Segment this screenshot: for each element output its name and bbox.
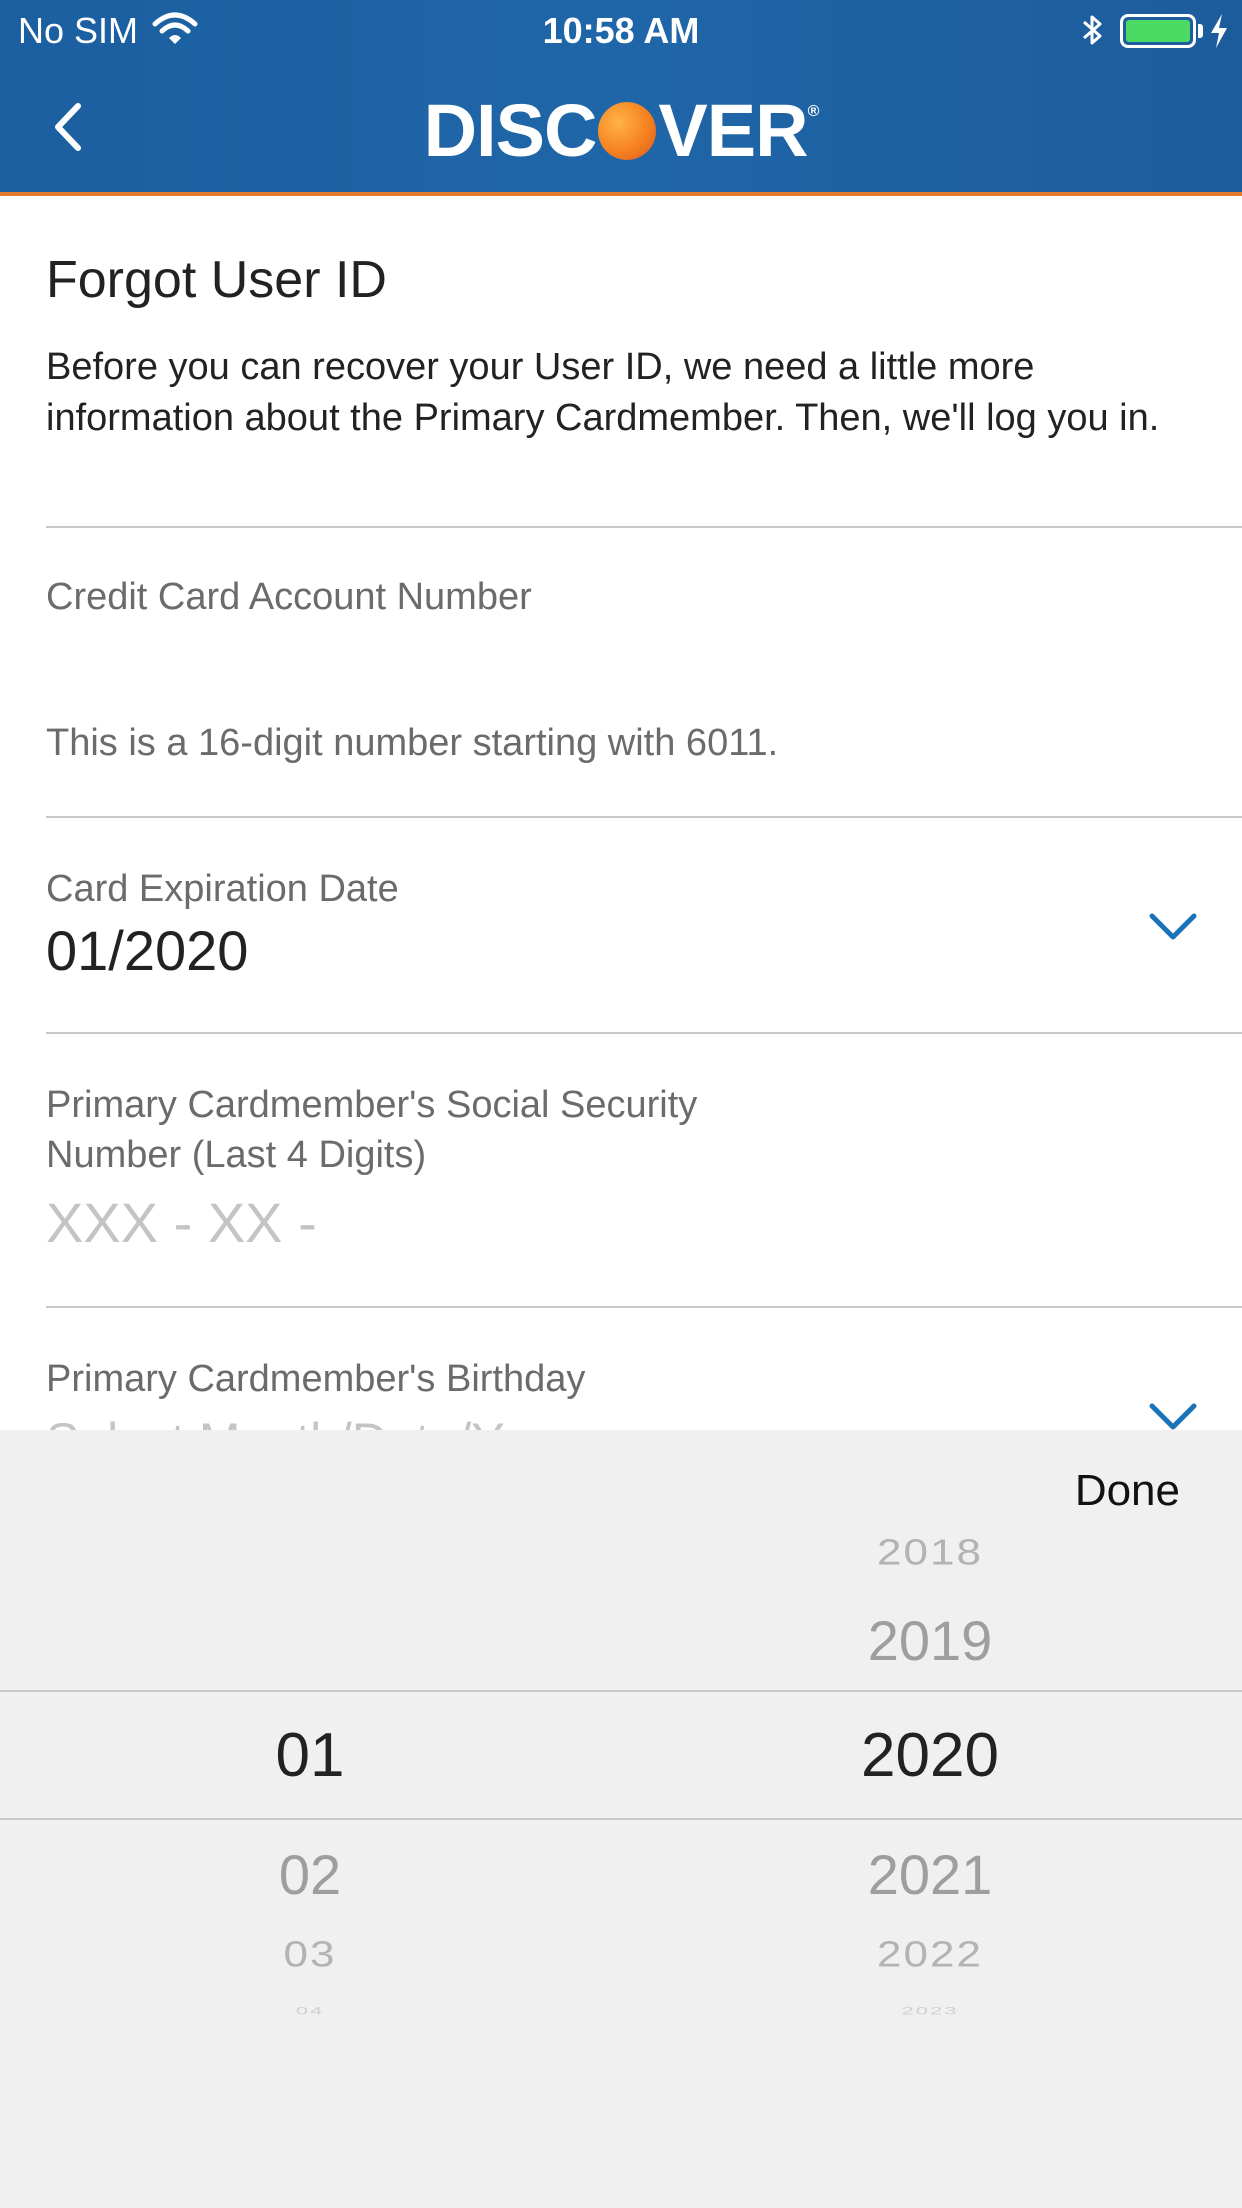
chevron-down-icon[interactable]: [1148, 912, 1198, 942]
battery-icon: [1120, 14, 1196, 48]
month-option[interactable]: 04: [160, 2005, 460, 2018]
charging-icon: [1208, 12, 1230, 55]
account-number-label: Credit Card Account Number: [46, 576, 532, 618]
month-option[interactable]: 03: [160, 1935, 460, 1976]
month-option-selected[interactable]: 01: [160, 1720, 460, 1791]
chevron-down-icon[interactable]: [1148, 1402, 1198, 1430]
year-option[interactable]: 2023: [780, 2005, 1080, 2018]
page-title: Forgot User ID: [46, 251, 387, 309]
year-option[interactable]: 2019: [780, 1608, 1080, 1673]
ssn-label-line2: Number (Last 4 Digits): [46, 1134, 427, 1176]
birthday-placeholder: Select Month/Date/Year: [46, 1412, 572, 1430]
year-option[interactable]: 2022: [780, 1935, 1080, 1976]
expiration-value: 01/2020: [46, 919, 249, 982]
status-bar: No SIM 10:58 AM: [0, 0, 1242, 60]
discover-logo: DISC VER®: [0, 88, 1242, 173]
bluetooth-icon: [1078, 12, 1106, 53]
expiration-label: Card Expiration Date: [46, 868, 399, 910]
intro-text: Before you can recover your User ID, we …: [46, 346, 1160, 439]
year-option[interactable]: 2018: [780, 1533, 1080, 1574]
logo-registered-mark: ®: [807, 103, 820, 120]
month-option[interactable]: 02: [160, 1842, 460, 1907]
app-header: No SIM 10:58 AM DISC VER®: [0, 0, 1242, 196]
done-button[interactable]: Done: [1075, 1466, 1180, 1516]
logo-text-right: VER: [658, 89, 808, 172]
expiration-picker[interactable]: Done 01 02 03 04 2018 2019 2020 2021 202…: [0, 1430, 1242, 2208]
battery-tip: [1198, 24, 1203, 38]
status-time: 10:58 AM: [542, 10, 700, 51]
expiration-date-field[interactable]: Card Expiration Date 01/2020: [0, 818, 1242, 1032]
birthday-field[interactable]: Primary Cardmember's Birthday Select Mon…: [0, 1308, 1242, 1430]
divider: [46, 526, 1242, 528]
ssn-label-line1: Primary Cardmember's Social Security: [46, 1084, 698, 1126]
ssn-input[interactable]: XXX - XX -: [46, 1190, 317, 1255]
divider: [46, 1032, 1242, 1034]
birthday-label: Primary Cardmember's Birthday: [46, 1358, 586, 1400]
year-option[interactable]: 2021: [780, 1842, 1080, 1907]
logo-text-left: DISC: [423, 89, 598, 172]
year-option-selected[interactable]: 2020: [780, 1720, 1080, 1791]
logo-orange-o: [598, 102, 657, 160]
account-number-hint: This is a 16-digit number starting with …: [46, 722, 779, 764]
account-number-field[interactable]: [46, 630, 1242, 690]
